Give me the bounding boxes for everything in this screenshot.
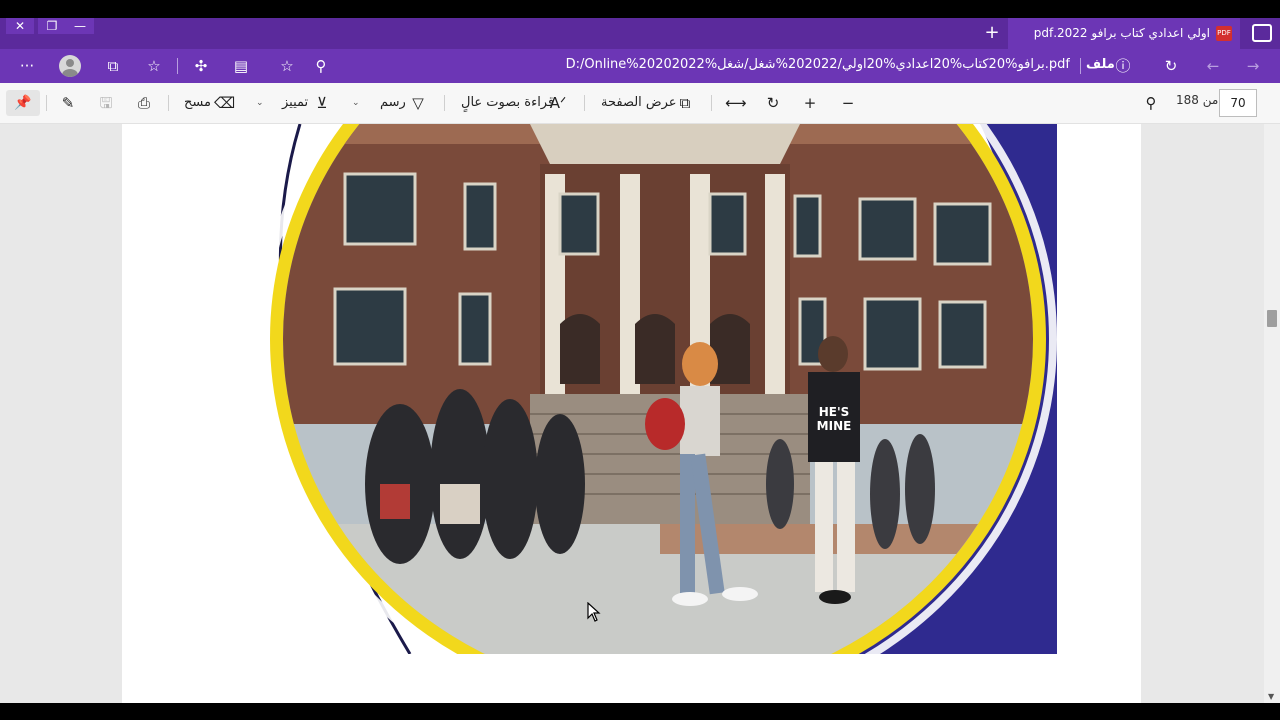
draw-label[interactable]: رسم (380, 93, 406, 113)
zoom-in-icon[interactable]: + (800, 93, 820, 113)
profile-avatar[interactable] (59, 55, 81, 77)
pdf-viewer[interactable]: HE'S MINE (0, 124, 1280, 703)
draw-pen-icon[interactable]: ▽ (408, 93, 428, 113)
search-icon[interactable]: ⚲ (1141, 93, 1161, 113)
separator (444, 95, 445, 111)
erase-label[interactable]: مسح (184, 93, 211, 113)
address-bar: ··· ⧉ ☆ ✣ ▤ ☆ ⚲ D:/Online%20202022%برافو… (0, 49, 1280, 83)
new-tab-button[interactable]: + (980, 18, 1004, 49)
tab-active-pdf[interactable]: PDF اولي اعدادي كتاب برافو 2022.pdf (1008, 18, 1240, 49)
add-notes-icon[interactable]: ✎ (58, 93, 78, 113)
browser-window: ✕ ❐ — ✕ ❐ — + ✕ PDF اولي اعدادي كتاب برا… (0, 0, 1280, 720)
site-info-icon[interactable]: ⓘ (1112, 56, 1134, 76)
tab-actions-icon[interactable] (1252, 24, 1272, 42)
page-lower-blank (122, 654, 1141, 703)
separator (584, 95, 585, 111)
page-view-label[interactable]: عرض الصفحة (601, 93, 677, 113)
print-icon[interactable]: ⎙ (134, 93, 154, 113)
pdf-toolbar: 📌 ✎ 🖫 ⎙ مسح ⌫ ⌄ تمييز ⊻ ⌄ رسم ▽ قراءة بص… (0, 83, 1280, 124)
separator (168, 95, 169, 111)
eraser-icon[interactable]: ⌫ (214, 93, 235, 113)
save-icon[interactable]: 🖫 (96, 93, 116, 113)
page-view-icon[interactable]: ⧉ (675, 93, 695, 113)
pdf-file-icon: PDF (1216, 26, 1232, 41)
pdf-page: HE'S MINE (122, 124, 1141, 703)
vertical-scrollbar[interactable]: ▼ (1264, 124, 1280, 703)
page-photo: HE'S MINE (260, 124, 1057, 654)
zoom-search-icon[interactable]: ⚲ (310, 56, 332, 76)
chevron-down-icon[interactable]: ⌄ (352, 93, 362, 113)
scroll-down-arrow-icon[interactable]: ▼ (1268, 692, 1274, 701)
school-photo-illustration: HE'S MINE (260, 124, 1057, 654)
minimize-window-button[interactable]: — (66, 18, 94, 34)
back-icon[interactable]: ← (1202, 56, 1224, 76)
restore-window-button[interactable]: ❐ (38, 18, 66, 34)
tab-title: اولي اعدادي كتاب برافو 2022.pdf (1033, 26, 1210, 40)
page-total: من 188 (1176, 93, 1219, 107)
address-url[interactable]: D:/Online%20202022%برافو%20كتاب%20اعدادي… (560, 57, 1070, 72)
more-options-icon[interactable]: ··· (16, 56, 38, 76)
close-window-button[interactable]: ✕ (6, 18, 34, 34)
mouse-cursor-icon (587, 602, 601, 622)
read-aloud-label[interactable]: قراءة بصوت عالٍ (461, 93, 554, 113)
collections-icon[interactable]: ⧉ (102, 56, 124, 76)
favorites-icon[interactable]: ☆ (143, 56, 165, 76)
highlighter-icon[interactable]: ⊻ (312, 93, 332, 113)
page-number-input[interactable]: 70 (1219, 89, 1257, 117)
sweatshirt-text-2: MINE (817, 419, 852, 433)
scrollbar-thumb[interactable] (1267, 310, 1277, 327)
reading-list-icon[interactable]: ▤ (230, 56, 252, 76)
bottom-strip (0, 703, 1280, 720)
separator (1080, 58, 1081, 74)
read-aloud-icon[interactable]: Aᐟ (548, 93, 568, 113)
chevron-down-icon[interactable]: ⌄ (256, 93, 266, 113)
file-protocol-label: ملف (1086, 57, 1115, 72)
separator (711, 95, 712, 111)
pin-icon[interactable]: 📌 (6, 90, 40, 116)
sweatshirt-text-1: HE'S (819, 405, 850, 419)
separator (177, 58, 178, 74)
tab-bar: ✕ ❐ — + ✕ PDF اولي اعدادي كتاب برافو 202… (0, 18, 1280, 49)
extensions-icon[interactable]: ✣ (190, 56, 212, 76)
rotate-icon[interactable]: ↻ (763, 93, 783, 113)
forward-icon[interactable]: → (1242, 56, 1264, 76)
refresh-icon[interactable]: ↻ (1160, 56, 1182, 76)
separator (46, 95, 47, 111)
highlight-label[interactable]: تمييز (282, 93, 308, 113)
fit-to-width-icon[interactable]: ⟷ (725, 93, 747, 113)
add-favorite-icon[interactable]: ☆ (276, 56, 298, 76)
zoom-out-icon[interactable]: − (838, 93, 858, 113)
